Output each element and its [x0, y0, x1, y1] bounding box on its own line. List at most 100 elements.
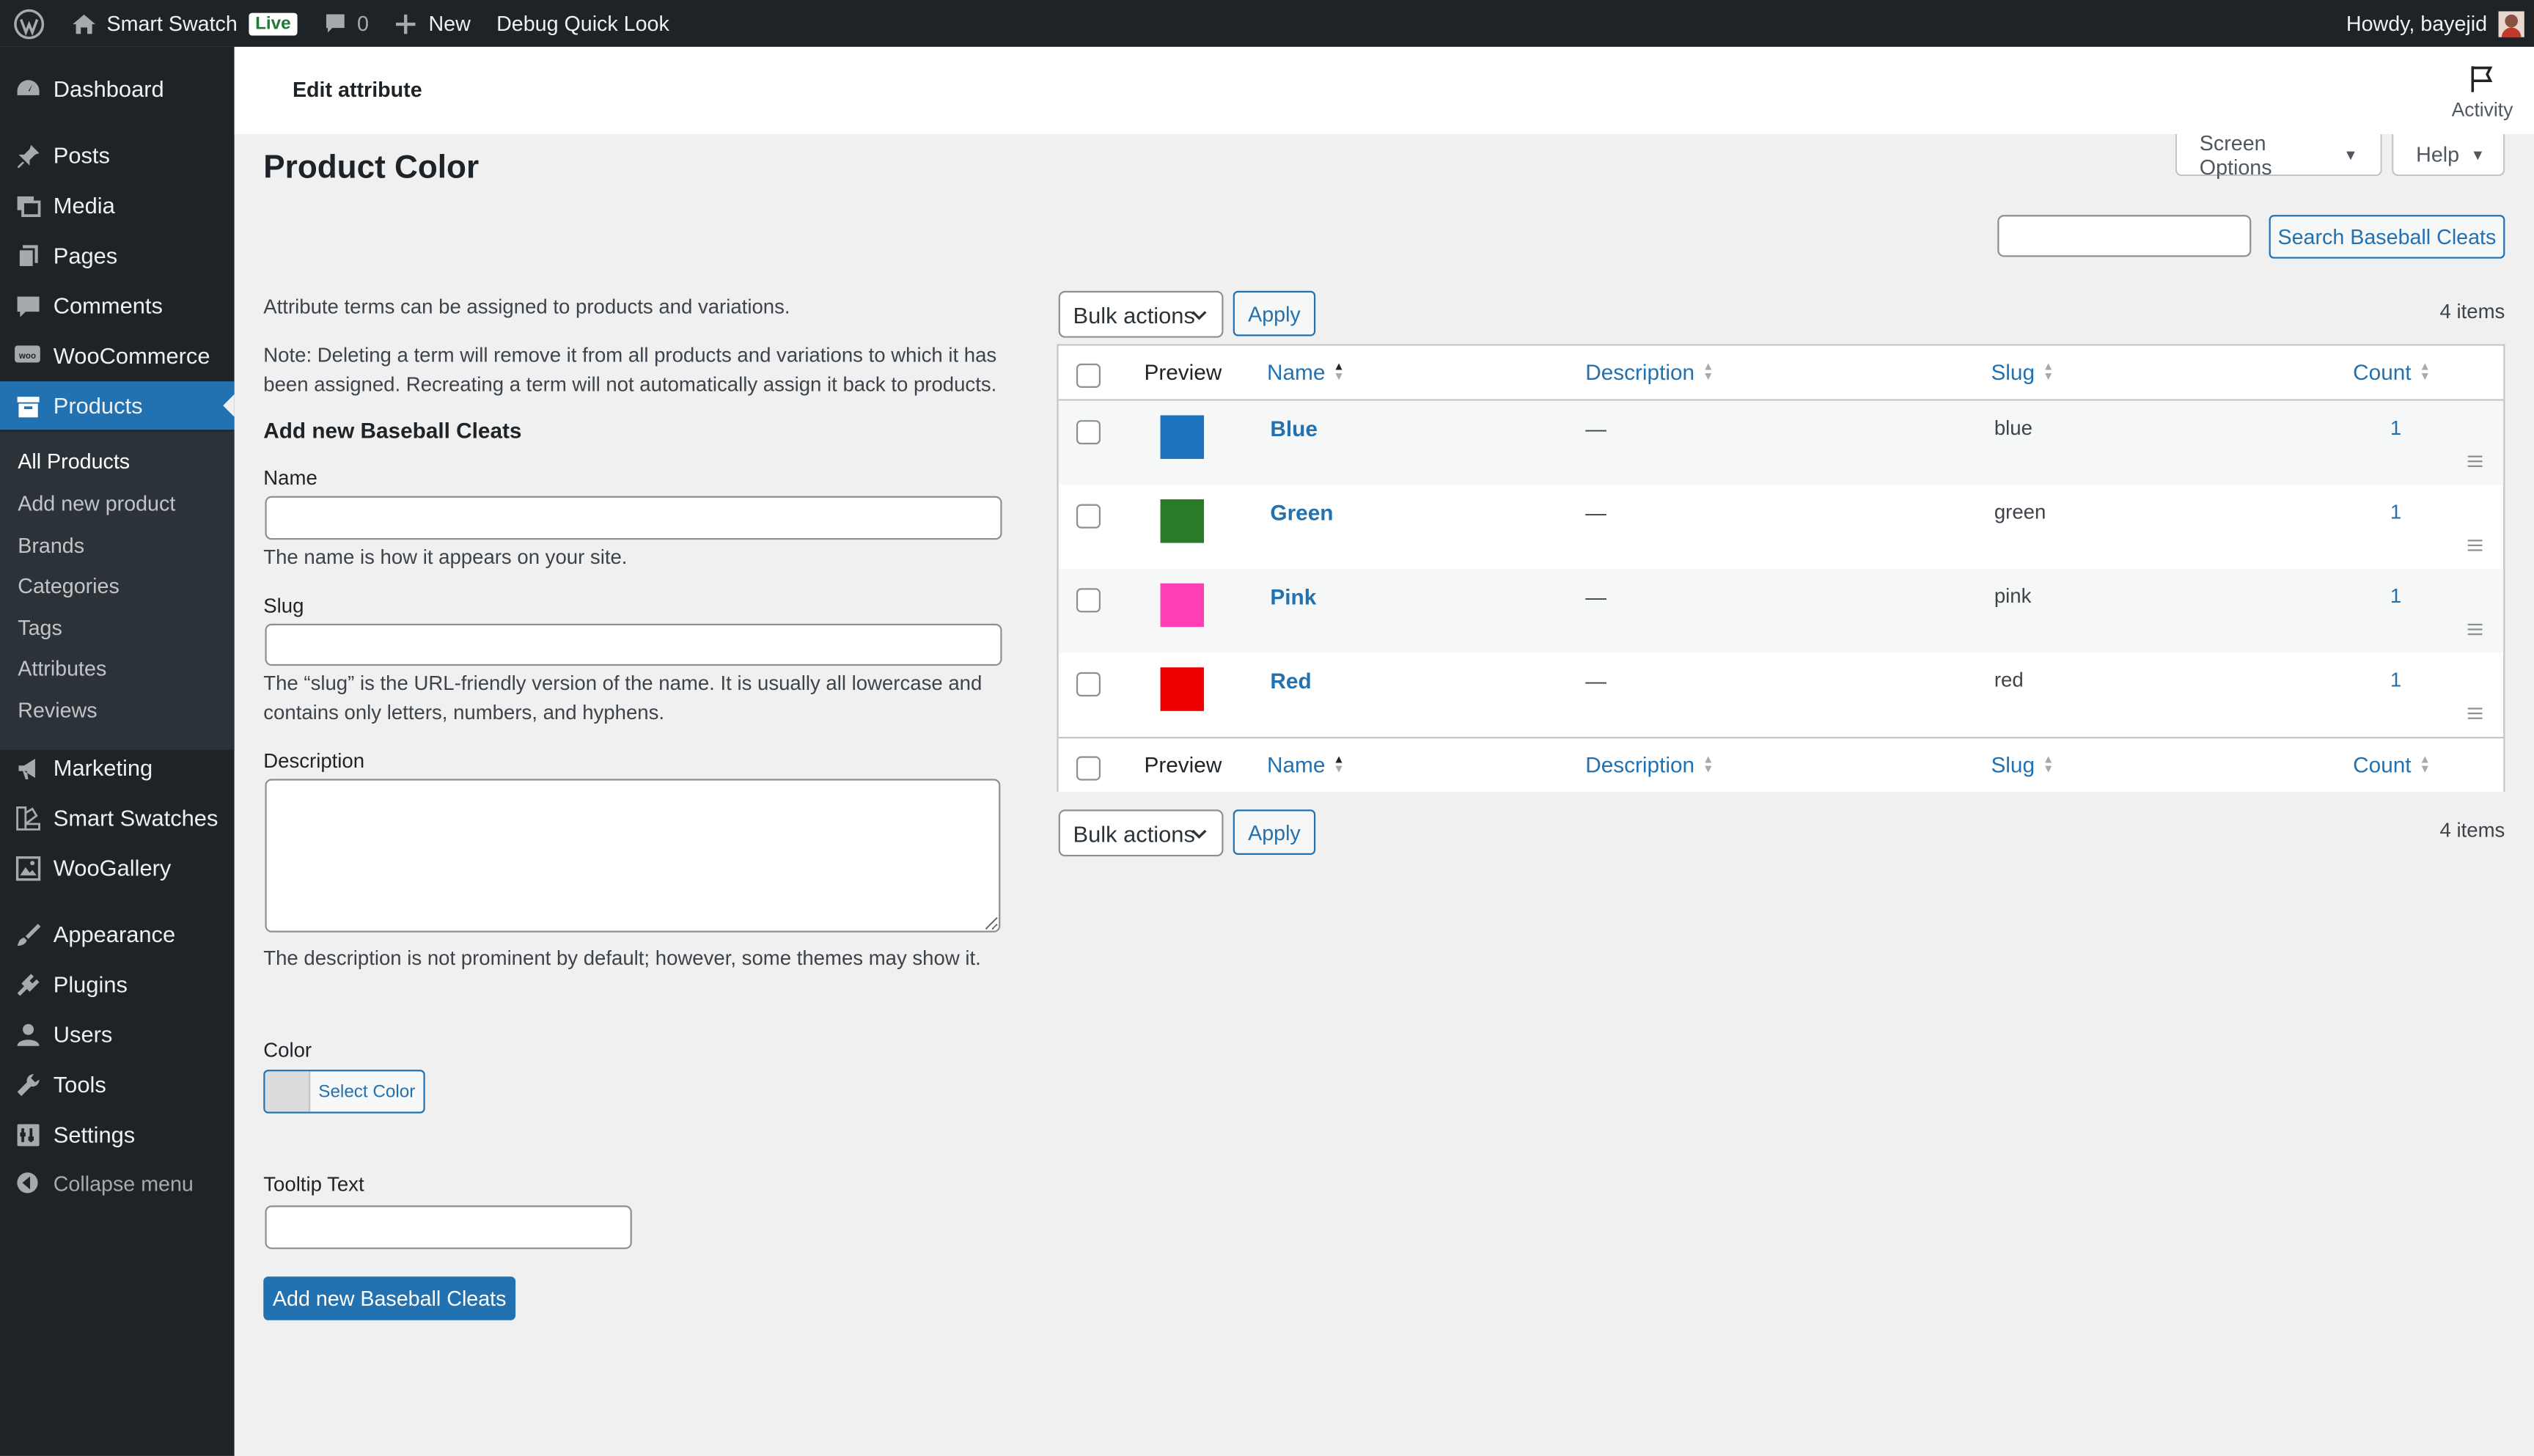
submenu-all-products[interactable]: All Products: [18, 449, 130, 474]
woo-icon: woo: [13, 341, 43, 370]
sidebar-item-appearance[interactable]: Appearance: [0, 910, 235, 958]
select-color-label: Select Color: [318, 1081, 416, 1102]
select-all-checkbox[interactable]: [1076, 363, 1101, 388]
sidebar-item-comments[interactable]: Comments: [0, 282, 235, 330]
flag-icon: [2471, 66, 2493, 92]
apply-button-bottom[interactable]: Apply: [1233, 809, 1316, 855]
plugin-icon: [13, 969, 43, 999]
term-description: —: [1585, 501, 1606, 526]
term-count-link[interactable]: 1: [2390, 501, 2401, 523]
sidebar-item-dashboard[interactable]: Dashboard: [0, 65, 235, 113]
sidebar-item-media[interactable]: Media: [0, 181, 235, 229]
row-checkbox[interactable]: [1076, 504, 1101, 529]
slug-label: Slug: [263, 595, 304, 617]
term-name-link[interactable]: Green: [1270, 501, 1333, 525]
sidebar-item-users[interactable]: Users: [0, 1010, 235, 1059]
app-root: Smart Swatch Live 0 New Debug Quick Look…: [0, 0, 2534, 1456]
row-checkbox[interactable]: [1076, 420, 1101, 445]
column-slug-sort[interactable]: Slug ▲ ▼: [1991, 753, 2054, 777]
drag-handle-icon[interactable]: [2467, 455, 2483, 467]
comments-link[interactable]: 0: [310, 0, 381, 47]
tooltip-input[interactable]: [265, 1205, 632, 1249]
sidebar-item-label: Tools: [53, 1071, 106, 1097]
debug-quick-look-link[interactable]: Debug Quick Look: [483, 0, 682, 47]
caret-down-icon: ▼: [2343, 146, 2358, 163]
collapse-menu-button[interactable]: Collapse menu: [0, 1158, 235, 1207]
drag-handle-icon[interactable]: [2467, 623, 2483, 636]
sort-arrows-icon: ▲ ▼: [1333, 361, 1345, 383]
slug-help-line2: contains only letters, numbers, and hyph…: [263, 701, 665, 724]
description-textarea[interactable]: [265, 779, 1001, 933]
column-name-sort[interactable]: Name ▲ ▼: [1267, 361, 1345, 385]
sidebar-item-plugins[interactable]: Plugins: [0, 960, 235, 1008]
wordpress-logo-button[interactable]: [0, 0, 58, 47]
submenu-brands[interactable]: Brands: [18, 533, 84, 557]
sidebar-item-woogallery[interactable]: WooGallery: [0, 844, 235, 892]
color-swatch-preview: [1160, 499, 1205, 543]
term-count-link[interactable]: 1: [2390, 417, 2401, 440]
column-count-sort[interactable]: Count ▲ ▼: [2353, 361, 2431, 385]
sidebar-item-posts[interactable]: Posts: [0, 131, 235, 180]
apply-button-top[interactable]: Apply: [1233, 290, 1316, 337]
column-description-sort[interactable]: Description ▲ ▼: [1585, 753, 1714, 777]
table-footer: Preview Name ▲ ▼ Description ▲ ▼ Slug ▲ ▼ C…: [1058, 737, 2504, 793]
chevron-down-icon: [1191, 829, 1207, 839]
column-description-sort[interactable]: Description ▲ ▼: [1585, 361, 1714, 385]
color-preview-swatch: [265, 1071, 311, 1112]
sidebar-item-products[interactable]: Products: [0, 381, 235, 430]
table-row: Pink — pink 1: [1058, 568, 2504, 653]
term-name-link[interactable]: Red: [1270, 669, 1311, 693]
drag-handle-icon[interactable]: [2467, 707, 2483, 719]
sidebar-item-marketing[interactable]: Marketing: [0, 743, 235, 792]
note-text-line2: been assigned. Recreating a term will no…: [263, 373, 997, 397]
name-input[interactable]: [265, 496, 1002, 540]
column-slug-sort[interactable]: Slug ▲ ▼: [1991, 361, 2054, 385]
submenu-reviews[interactable]: Reviews: [18, 698, 97, 722]
wordpress-icon: [14, 8, 45, 39]
activity-button[interactable]: Activity: [2447, 65, 2518, 121]
term-count-link[interactable]: 1: [2390, 585, 2401, 608]
bulk-actions-select-top[interactable]: Bulk actions: [1058, 290, 1224, 338]
submenu-categories[interactable]: Categories: [18, 573, 120, 598]
term-name-link[interactable]: Pink: [1270, 585, 1316, 609]
row-checkbox[interactable]: [1076, 588, 1101, 613]
sidebar-item-settings[interactable]: Settings: [0, 1110, 235, 1158]
new-content-link[interactable]: New: [382, 0, 484, 47]
column-name-sort[interactable]: Name ▲ ▼: [1267, 753, 1345, 777]
drag-handle-icon[interactable]: [2467, 540, 2483, 551]
term-slug: green: [1994, 501, 2046, 524]
screen-options-button[interactable]: Screen Options ▼: [2175, 130, 2382, 179]
sidebar-item-woocommerce[interactable]: woo WooCommerce: [0, 331, 235, 380]
term-description: —: [1585, 669, 1606, 694]
term-count-link[interactable]: 1: [2390, 669, 2401, 691]
brush-icon: [13, 919, 43, 949]
sort-arrows-icon: ▲ ▼: [2043, 361, 2054, 383]
submenu-add-new-product[interactable]: Add new product: [18, 491, 175, 515]
submenu-tags[interactable]: Tags: [18, 616, 62, 640]
activity-label: Activity: [2451, 98, 2513, 122]
select-all-checkbox-footer[interactable]: [1076, 756, 1101, 781]
slug-input[interactable]: [265, 623, 1002, 666]
help-button[interactable]: Help ▼: [2392, 133, 2505, 177]
term-name-link[interactable]: Blue: [1270, 417, 1318, 441]
sidebar-item-tools[interactable]: Tools: [0, 1060, 235, 1108]
column-description-label: Description: [1585, 753, 1695, 778]
svg-text:woo: woo: [18, 352, 36, 361]
sidebar-item-label: Posts: [53, 141, 110, 169]
row-checkbox[interactable]: [1076, 672, 1101, 696]
column-count-sort[interactable]: Count ▲ ▼: [2353, 753, 2431, 777]
column-slug-label: Slug: [1991, 753, 2035, 778]
search-input[interactable]: [1997, 215, 2252, 257]
sidebar-item-smart-swatches[interactable]: Smart Swatches: [0, 793, 235, 842]
bulk-actions-select-bottom[interactable]: Bulk actions: [1058, 809, 1224, 857]
column-preview: Preview: [1144, 753, 1222, 778]
select-color-button[interactable]: Select Color: [263, 1070, 425, 1114]
sidebar-item-pages[interactable]: Pages: [0, 231, 235, 279]
search-button[interactable]: Search Baseball Cleats: [2269, 215, 2505, 259]
site-name-link[interactable]: Smart Swatch Live: [58, 0, 310, 47]
my-account-link[interactable]: Howdy, bayejid: [2346, 10, 2534, 37]
sidebar-item-label: Settings: [53, 1121, 136, 1147]
submenu-attributes[interactable]: Attributes: [18, 656, 106, 680]
add-new-term-button[interactable]: Add new Baseball Cleats: [263, 1276, 516, 1320]
description-help: The description is not prominent by defa…: [263, 946, 981, 970]
